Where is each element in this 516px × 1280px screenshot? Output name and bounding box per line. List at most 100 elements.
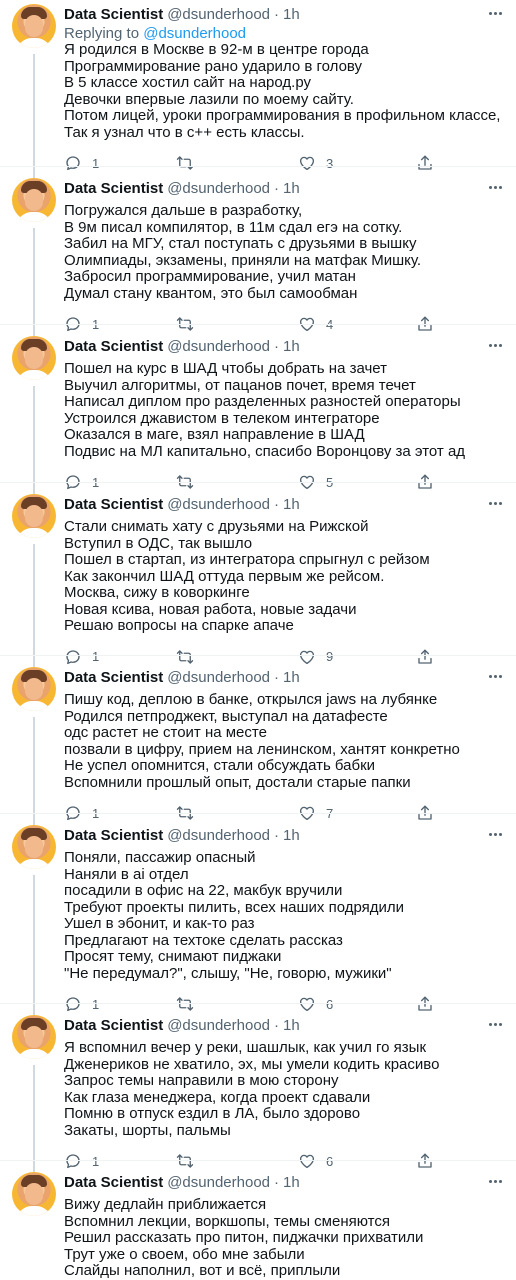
reply-icon bbox=[64, 648, 82, 666]
timestamp[interactable]: 1h bbox=[283, 338, 300, 355]
tweet[interactable]: Data Scientist @dsunderhood · 1h Пошел на ку… bbox=[0, 336, 516, 494]
tweet-divider bbox=[0, 1160, 516, 1161]
avatar[interactable] bbox=[12, 1172, 56, 1216]
like-count: 6 bbox=[326, 996, 334, 1012]
thread-line bbox=[33, 544, 35, 667]
tweet-divider bbox=[0, 655, 516, 656]
more-options-icon[interactable] bbox=[486, 6, 504, 20]
share-button[interactable] bbox=[416, 1151, 434, 1171]
author-handle[interactable]: @dsunderhood bbox=[167, 180, 270, 197]
tweet-line: Вспомнил лекции, воркшопы, темы сменяютс… bbox=[64, 1212, 390, 1230]
retweet-button[interactable] bbox=[176, 1151, 204, 1171]
reply-count: 1 bbox=[92, 649, 100, 664]
replying-to: Replying to @dsunderhood bbox=[64, 25, 246, 42]
tweet[interactable]: Data Scientist @dsunderhood · 1h Я вспомнил … bbox=[0, 1015, 516, 1172]
timestamp[interactable]: 1h bbox=[283, 496, 300, 513]
author-name[interactable]: Data Scientist bbox=[64, 1017, 163, 1034]
author-name[interactable]: Data Scientist bbox=[64, 180, 163, 197]
share-button[interactable] bbox=[416, 153, 434, 173]
retweet-icon bbox=[176, 648, 194, 666]
more-options-icon[interactable] bbox=[486, 1174, 504, 1188]
author-handle[interactable]: @dsunderhood bbox=[167, 827, 270, 844]
avatar[interactable] bbox=[12, 667, 56, 711]
retweet-button[interactable] bbox=[176, 994, 204, 1014]
tweet-text: Я вспомнил вечер у реки, шашлык, как учи… bbox=[64, 1039, 504, 1139]
timestamp[interactable]: 1h bbox=[283, 180, 300, 197]
tweet[interactable]: Data Scientist @dsunderhood · 1h Погружался … bbox=[0, 178, 516, 336]
reply-icon bbox=[64, 1152, 82, 1170]
like-button[interactable]: 3 bbox=[298, 153, 333, 173]
author-handle[interactable]: @dsunderhood bbox=[167, 1174, 270, 1191]
tweet[interactable]: Data Scientist @dsunderhood · 1h Стали снима… bbox=[0, 494, 516, 667]
avatar[interactable] bbox=[12, 1015, 56, 1059]
tweet-line: Пишу код, деплою в банке, открылся jaws … bbox=[64, 691, 438, 708]
author-handle[interactable]: @dsunderhood bbox=[167, 6, 270, 23]
timestamp[interactable]: 1h bbox=[283, 827, 300, 844]
author-name[interactable]: Data Scientist bbox=[64, 827, 163, 844]
like-button[interactable]: 6 bbox=[298, 994, 333, 1014]
tweet-line: "Не передумал?", слышу, "Не, говорю, муж… bbox=[64, 964, 392, 982]
like-button[interactable]: 9 bbox=[298, 647, 333, 667]
tweet[interactable]: Data Scientist @dsunderhood · 1h Пишу код, д… bbox=[0, 667, 516, 825]
separator-dot: · bbox=[274, 337, 280, 355]
timestamp[interactable]: 1h bbox=[283, 1017, 300, 1034]
retweet-button[interactable] bbox=[176, 153, 204, 173]
avatar[interactable] bbox=[12, 336, 56, 380]
author-name[interactable]: Data Scientist bbox=[64, 6, 163, 23]
separator-dot: · bbox=[274, 179, 280, 197]
timestamp[interactable]: 1h bbox=[283, 6, 300, 23]
tweet-header: Data Scientist @dsunderhood · 1h bbox=[64, 1172, 300, 1192]
tweet-line: Написал диплом про разделенных разностей… bbox=[64, 393, 461, 410]
timestamp[interactable]: 1h bbox=[283, 669, 300, 686]
share-icon bbox=[416, 1152, 434, 1170]
author-name[interactable]: Data Scientist bbox=[64, 669, 163, 686]
more-options-icon[interactable] bbox=[486, 669, 504, 683]
more-options-icon[interactable] bbox=[486, 827, 504, 841]
tweet-line: Олимпиады, экзамены, приняли на матфак М… bbox=[64, 251, 422, 269]
more-options-icon[interactable] bbox=[486, 1017, 504, 1031]
avatar[interactable] bbox=[12, 494, 56, 538]
avatar[interactable] bbox=[12, 4, 56, 48]
tweet-text: Погружался дальше в разработку, В 9м писа… bbox=[64, 202, 504, 302]
timestamp[interactable]: 1h bbox=[283, 1174, 300, 1191]
tweet[interactable]: Data Scientist @dsunderhood · 1h Replying to… bbox=[0, 4, 516, 178]
tweet-line: Я вспомнил вечер у реки, шашлык, как учи… bbox=[64, 1039, 427, 1056]
tweet-line: Потом лицей, уроки программирования в пр… bbox=[64, 107, 501, 124]
avatar[interactable] bbox=[12, 178, 56, 222]
tweet[interactable]: Data Scientist @dsunderhood · 1h Вижу дедлай… bbox=[0, 1172, 516, 1280]
author-name[interactable]: Data Scientist bbox=[64, 1174, 163, 1191]
replying-to-link[interactable]: @dsunderhood bbox=[143, 25, 246, 42]
more-options-icon[interactable] bbox=[486, 180, 504, 194]
tweet-divider bbox=[0, 1003, 516, 1004]
like-count: 3 bbox=[326, 155, 334, 171]
tweet-line: Наняли в ai отдел bbox=[64, 865, 189, 883]
author-handle[interactable]: @dsunderhood bbox=[167, 496, 270, 513]
retweet-button[interactable] bbox=[176, 647, 204, 667]
avatar[interactable] bbox=[12, 825, 56, 869]
author-name[interactable]: Data Scientist bbox=[64, 496, 163, 513]
reply-button[interactable]: 1 bbox=[64, 153, 99, 173]
share-button[interactable] bbox=[416, 647, 434, 667]
thread-line bbox=[33, 875, 35, 1015]
share-button[interactable] bbox=[416, 994, 434, 1014]
tweet[interactable]: Data Scientist @dsunderhood · 1h Поняли, пас… bbox=[0, 825, 516, 1015]
author-name[interactable]: Data Scientist bbox=[64, 338, 163, 355]
tweet-line: Требуют проекты пилить, всех наших подря… bbox=[64, 898, 405, 916]
tweet-line: посадили в офис на 22, макбук вручили bbox=[64, 882, 343, 899]
replying-to-label: Replying to bbox=[64, 25, 140, 42]
tweet-header: Data Scientist @dsunderhood · 1h bbox=[64, 667, 300, 687]
author-handle[interactable]: @dsunderhood bbox=[167, 338, 270, 355]
thread-line bbox=[33, 54, 35, 178]
tweet-line: Оказался в маге, взял направление в ШАД bbox=[64, 426, 365, 443]
more-options-icon[interactable] bbox=[486, 496, 504, 510]
author-handle[interactable]: @dsunderhood bbox=[167, 669, 270, 686]
reply-button[interactable]: 1 bbox=[64, 1151, 99, 1171]
tweet-line: Дженериков не хватило, эх, мы умели коди… bbox=[64, 1055, 440, 1073]
reply-button[interactable]: 1 bbox=[64, 994, 99, 1014]
reply-icon bbox=[64, 995, 82, 1013]
more-options-icon[interactable] bbox=[486, 338, 504, 352]
tweet-text: Поняли, пассажир опасный Наняли в ai отде… bbox=[64, 849, 504, 982]
like-button[interactable]: 6 bbox=[298, 1151, 333, 1171]
author-handle[interactable]: @dsunderhood bbox=[167, 1017, 270, 1034]
reply-button[interactable]: 1 bbox=[64, 647, 99, 667]
